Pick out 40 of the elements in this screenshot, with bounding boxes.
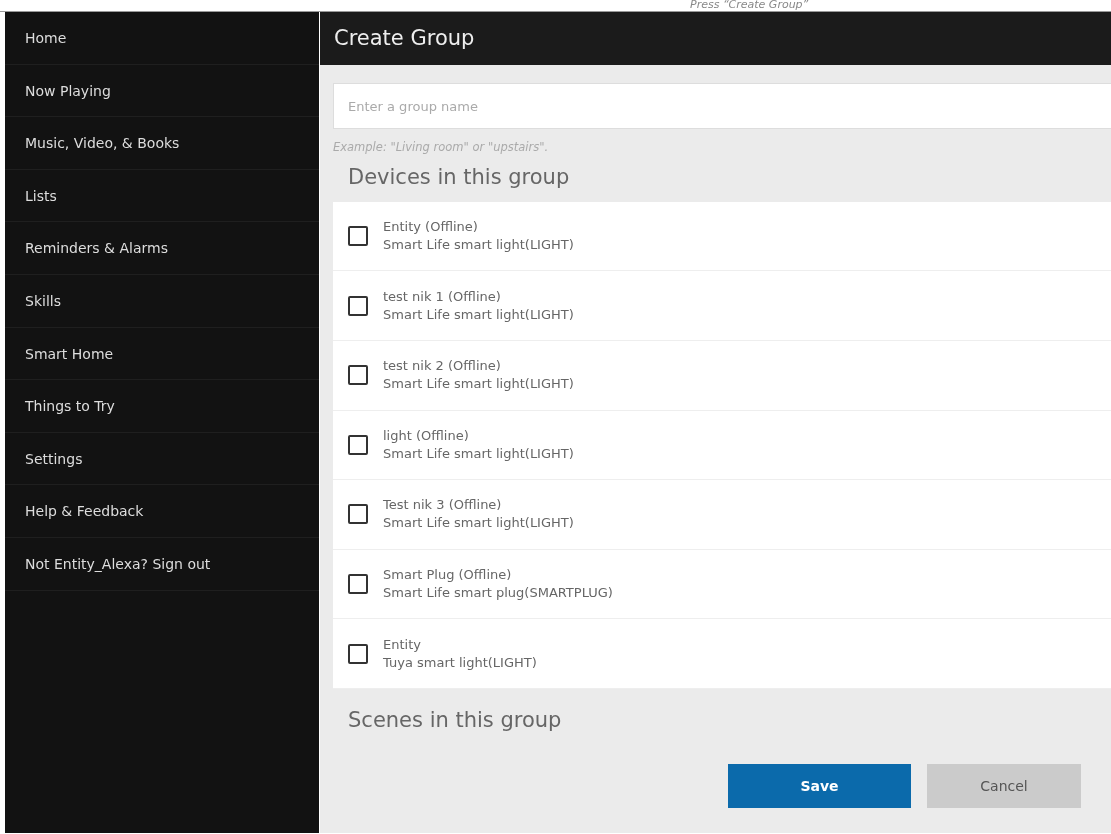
device-name: test nik 1 (Offline): [383, 287, 502, 306]
sidebar-item[interactable]: Home: [5, 12, 319, 65]
sidebar-item[interactable]: Music, Video, & Books: [5, 117, 319, 170]
device-name: Test nik 3 (Offline): [383, 496, 503, 515]
device-type: Smart Life smart light(LIGHT): [383, 375, 574, 394]
checkbox[interactable]: [348, 574, 368, 594]
page-title: Create Group: [334, 24, 475, 52]
sidebar-item[interactable]: Help & Feedback: [5, 485, 319, 538]
device-type: Smart Life smart light(LIGHT): [383, 444, 574, 463]
device-type: Smart Life smart light(LIGHT): [383, 305, 574, 324]
sidebar-item[interactable]: Reminders & Alarms: [5, 222, 319, 275]
device-type: Smart Life smart light(LIGHT): [383, 236, 574, 255]
checkbox[interactable]: [348, 226, 368, 247]
checkbox[interactable]: [348, 365, 368, 386]
sidebar-item[interactable]: Now Playing: [5, 64, 319, 118]
section-heading: Scenes in this group: [348, 706, 563, 734]
checkbox[interactable]: [348, 643, 368, 664]
device-type: Smart Life smart plug(SMARTPLUG): [383, 584, 613, 602]
device-name: light (Offline): [383, 426, 470, 445]
sidebar-item[interactable]: Things to Try: [5, 380, 319, 433]
checkbox[interactable]: [348, 504, 368, 525]
checkbox[interactable]: [348, 434, 368, 455]
device-name: Entity: [383, 635, 422, 654]
cancel-button[interactable]: Cancel: [927, 764, 1081, 809]
caption-text: Press “Create Group”: [690, 0, 809, 11]
device-name: Entity (Offline): [383, 218, 479, 237]
device-type: Tuya smart light(LIGHT): [383, 653, 537, 672]
sidebar-item[interactable]: Lists: [5, 169, 319, 223]
device-name: Smart Plug (Offline): [383, 566, 513, 584]
section-heading: Devices in this group: [348, 164, 571, 192]
checkbox[interactable]: [348, 295, 368, 316]
hint-text: Example: "Living room" or "upstairs".: [333, 139, 550, 156]
sidebar-item[interactable]: Skills: [5, 274, 319, 328]
sidebar-item[interactable]: Not Entity_Alexa? Sign out: [5, 537, 319, 591]
save-button[interactable]: Save: [728, 764, 911, 809]
device-name: test nik 2 (Offline): [383, 357, 502, 376]
group-name-field[interactable]: Enter a group name: [333, 83, 1111, 129]
device-type: Smart Life smart light(LIGHT): [383, 514, 574, 533]
sidebar-item[interactable]: Settings: [5, 432, 319, 486]
sidebar-item[interactable]: Smart Home: [5, 327, 319, 381]
